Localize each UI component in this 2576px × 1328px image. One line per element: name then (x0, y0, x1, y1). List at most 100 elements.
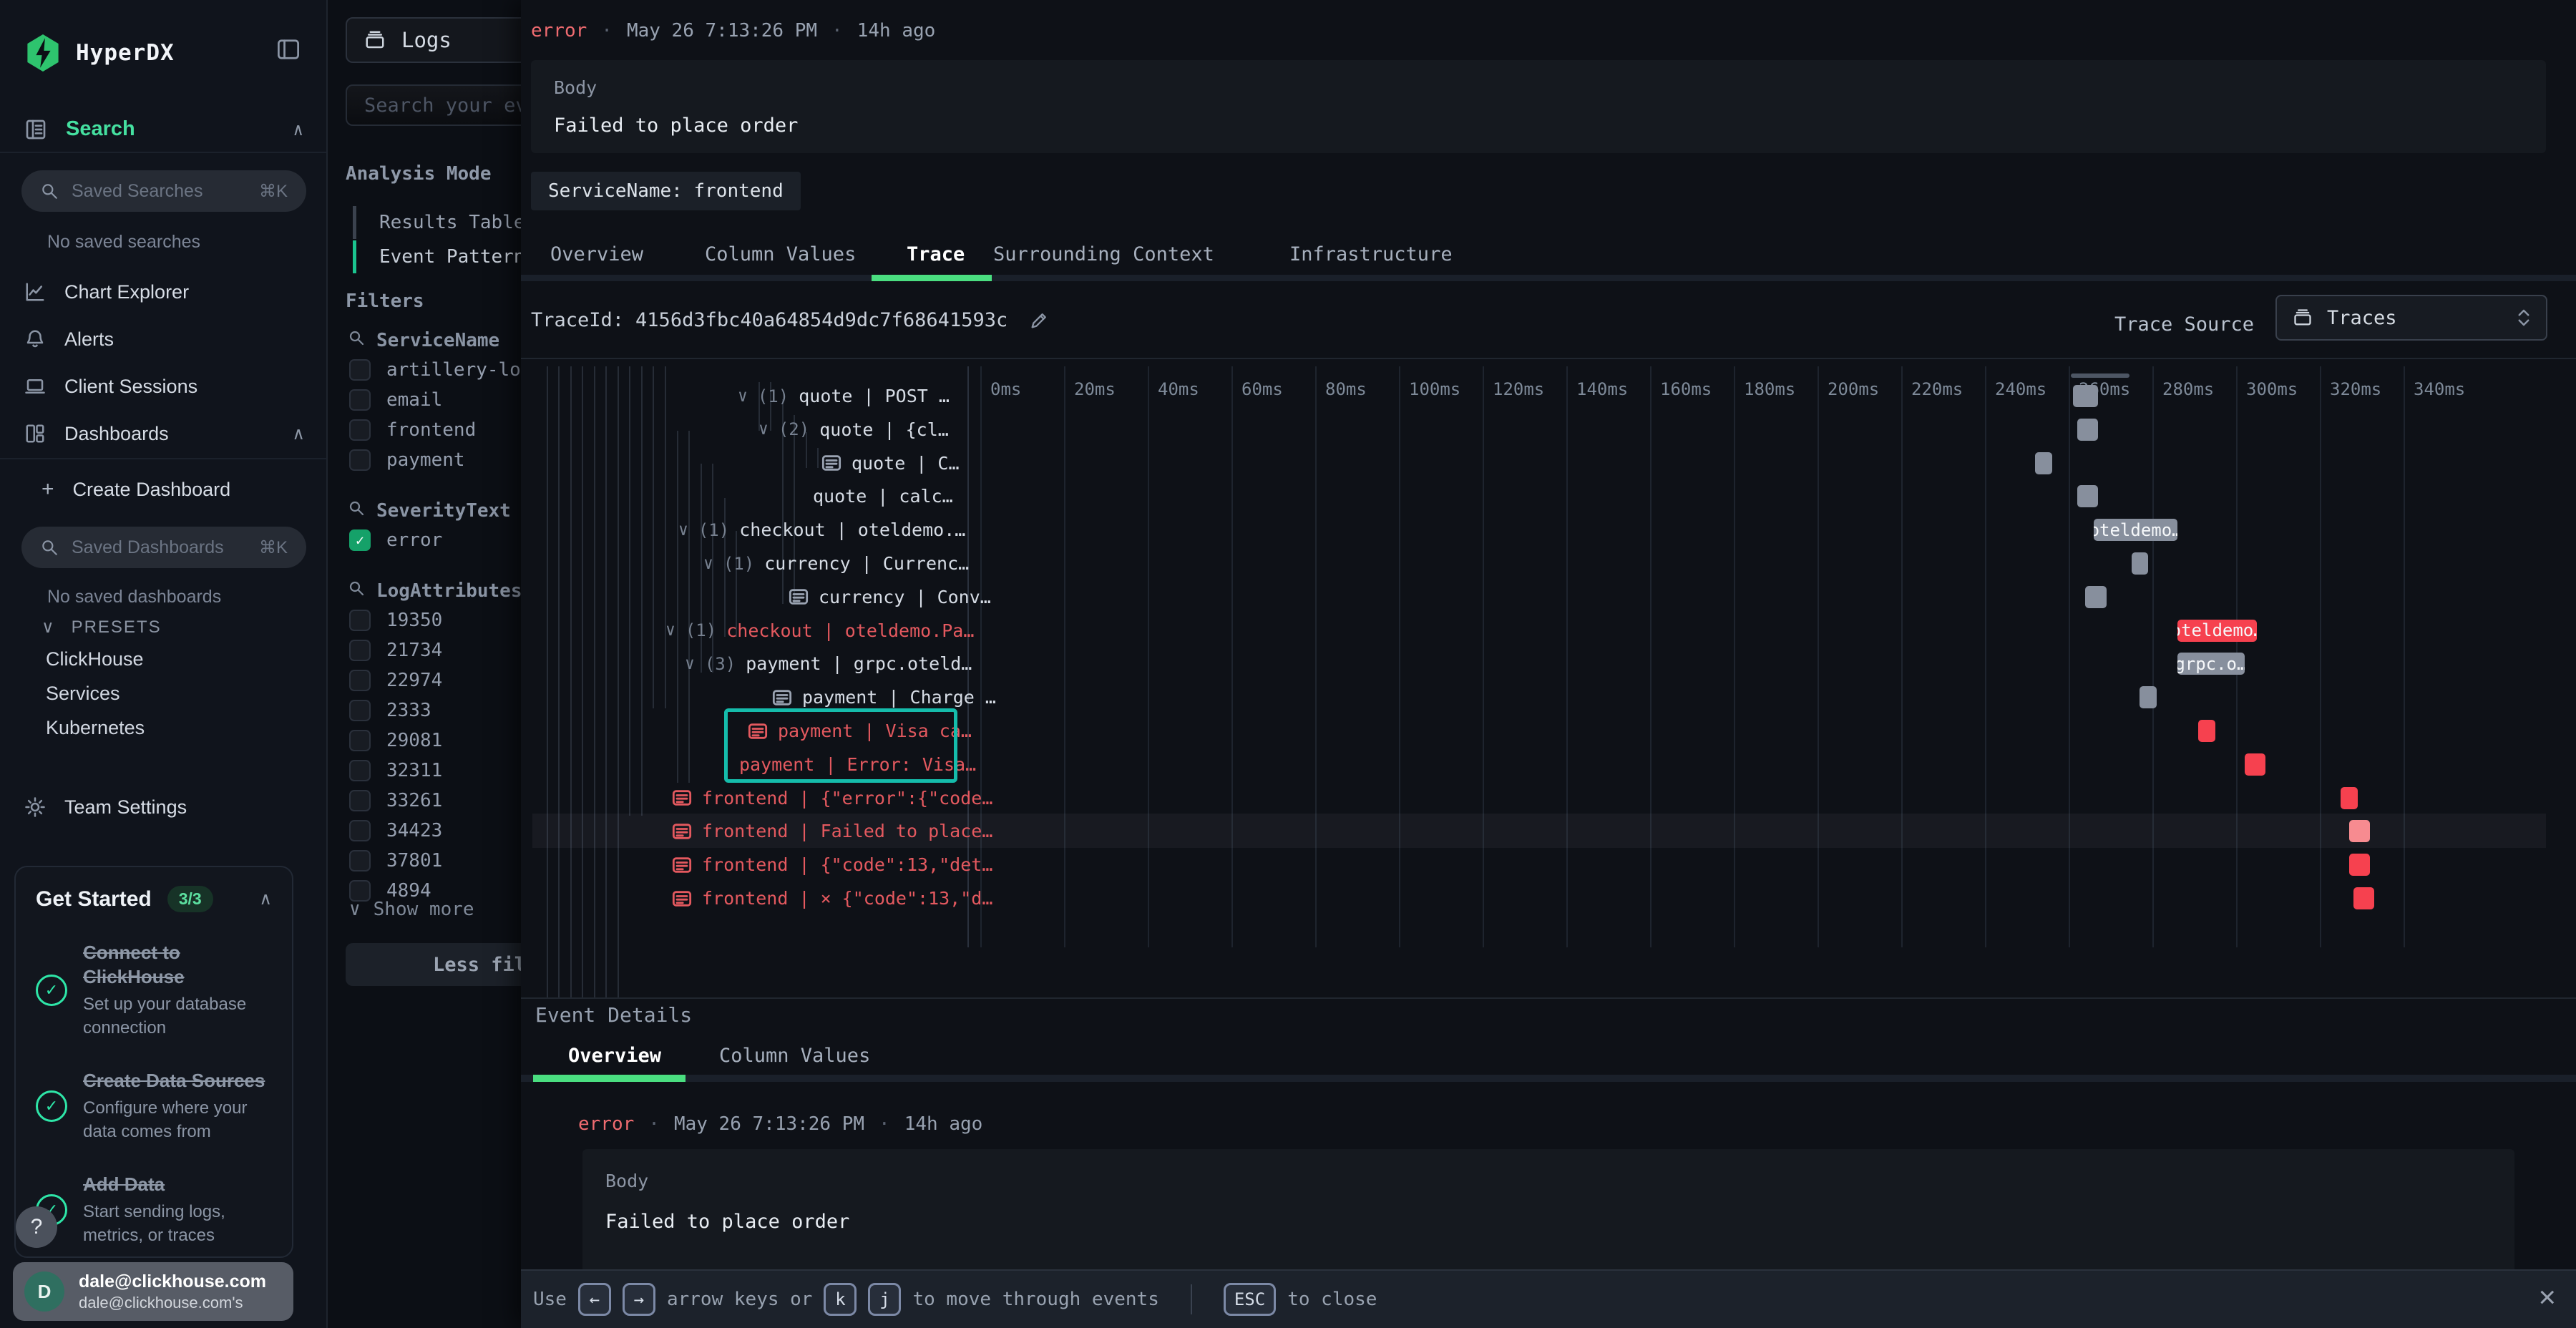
span-duration-bar[interactable] (2349, 854, 2370, 876)
search-icon[interactable] (348, 499, 365, 522)
filter-checkbox-item[interactable]: artillery-load (349, 359, 543, 381)
span-tree-row[interactable]: ∨(1)currency | Currenc… (703, 547, 969, 580)
span-tree-row[interactable]: currency | Conv… (789, 580, 991, 614)
chevron-down-icon[interactable]: ∨ (678, 521, 688, 540)
checkbox[interactable] (349, 820, 371, 841)
span-tree-row[interactable]: ∨(1)checkout | oteldemo.Pa… (665, 614, 974, 648)
span-tree-row[interactable]: ∨(1)quote | POST … (738, 379, 950, 413)
checkbox[interactable] (349, 790, 371, 811)
saved-searches-input[interactable]: Saved Searches ⌘K (21, 170, 306, 212)
checkbox[interactable] (349, 850, 371, 872)
span-tree-row[interactable]: frontend | × {"code":13,"d… (672, 882, 992, 915)
checkbox[interactable] (349, 419, 371, 441)
filter-checkbox-item[interactable]: payment (349, 449, 465, 471)
search-icon[interactable] (348, 329, 365, 351)
checkbox[interactable] (349, 670, 371, 691)
filter-checkbox-item[interactable]: 32311 (349, 760, 442, 781)
span-duration-bar[interactable] (2140, 686, 2156, 708)
collapse-sidebar-icon[interactable] (276, 39, 301, 60)
sidebar-item-services[interactable]: Services (46, 683, 120, 705)
checkbox[interactable] (349, 700, 371, 721)
chevron-down-icon[interactable]: ∨ (758, 420, 769, 439)
span-tree-row[interactable]: ∨(3)payment | grpc.oteld… (685, 647, 972, 680)
get-started-item[interactable]: ✓ Connect to ClickHouse Set up your data… (36, 941, 272, 1040)
tab-surrounding-context[interactable]: Surrounding Context (993, 243, 1214, 265)
search-icon[interactable] (348, 580, 365, 602)
span-duration-bar[interactable]: grpc.o… (2177, 653, 2245, 675)
help-button[interactable]: ? (16, 1206, 57, 1248)
chevron-down-icon[interactable]: ∨ (738, 387, 748, 406)
sidebar-item-dashboards[interactable]: Dashboards ∧ (24, 418, 305, 449)
filter-checkbox-item[interactable]: 22974 (349, 670, 442, 691)
span-tree-row[interactable]: frontend | Failed to place… (672, 814, 992, 848)
filter-checkbox-item[interactable]: 33261 (349, 790, 442, 811)
checkbox[interactable] (349, 640, 371, 661)
close-icon[interactable]: × (2538, 1282, 2556, 1312)
mode-results-table[interactable]: Results Table (353, 206, 525, 239)
user-menu[interactable]: D dale@clickhouse.com dale@clickhouse.co… (13, 1262, 293, 1321)
span-tree-row[interactable]: quote | C… (821, 446, 960, 480)
filter-checkbox-item[interactable]: 19350 (349, 610, 442, 631)
span-tree-row[interactable]: ∨(2)quote | {cl… (758, 413, 949, 446)
span-duration-bar[interactable] (2077, 419, 2098, 441)
tab-infrastructure[interactable]: Infrastructure (1289, 243, 1453, 265)
checkbox[interactable] (349, 730, 371, 751)
event-details-tab-column-values[interactable]: Column Values (719, 1045, 870, 1067)
span-duration-bar[interactable] (2085, 586, 2106, 608)
filter-checkbox-item[interactable]: 34423 (349, 820, 442, 841)
mode-event-patterns[interactable]: Event Patterns (353, 240, 536, 273)
get-started-item[interactable]: ✓ Add Data Start sending logs, metrics, … (36, 1173, 272, 1248)
checkbox[interactable] (349, 760, 371, 781)
span-duration-bar[interactable] (2132, 552, 2148, 575)
span-tree-row[interactable]: ∨(1)checkout | oteldemo.… (678, 513, 965, 547)
checkbox[interactable] (349, 610, 371, 631)
tab-overview[interactable]: Overview (550, 243, 643, 265)
span-tree-row[interactable]: frontend | {"error":{"code… (672, 781, 992, 815)
trace-source-select[interactable]: Traces (2275, 295, 2547, 341)
filter-checkbox-item[interactable]: frontend (349, 419, 476, 441)
span-duration-bar[interactable] (2353, 887, 2374, 909)
filter-checkbox-item[interactable]: ✓error (349, 529, 442, 551)
saved-dashboards-input[interactable]: Saved Dashboards ⌘K (21, 527, 306, 568)
presets-toggle[interactable]: ∨ PRESETS (42, 617, 162, 638)
filter-checkbox-item[interactable]: 37801 (349, 850, 442, 872)
filter-checkbox-item[interactable]: email (349, 389, 442, 411)
filter-checkbox-item[interactable]: 29081 (349, 730, 442, 751)
span-tree-row[interactable]: quote | calc… (813, 479, 953, 513)
waterfall-scroll-indicator[interactable] (2071, 374, 2129, 378)
sidebar-item-alerts[interactable]: Alerts (24, 323, 305, 355)
chevron-up-icon[interactable]: ∧ (259, 889, 272, 909)
checkbox[interactable] (349, 359, 371, 381)
span-duration-bar[interactable]: oteldemo… (2177, 620, 2257, 642)
sidebar-item-chart-explorer[interactable]: Chart Explorer (24, 276, 305, 308)
span-duration-bar[interactable]: oteldemo… (2094, 519, 2177, 541)
span-duration-bar[interactable] (2073, 385, 2098, 407)
edit-pencil-icon[interactable] (1029, 311, 1049, 331)
span-duration-bar[interactable] (2349, 820, 2370, 842)
service-name-tag[interactable]: ServiceName: frontend (531, 172, 801, 210)
checkbox[interactable] (349, 389, 371, 411)
span-duration-bar[interactable] (2198, 720, 2215, 742)
chevron-down-icon[interactable]: ∨ (665, 621, 675, 640)
checkbox-checked[interactable]: ✓ (349, 529, 371, 551)
chevron-down-icon[interactable]: ∨ (703, 555, 713, 573)
event-details-tab-overview[interactable]: Overview (568, 1045, 661, 1067)
sidebar-item-kubernetes[interactable]: Kubernetes (46, 717, 145, 739)
get-started-item[interactable]: ✓ Create Data Sources Configure where yo… (36, 1069, 272, 1144)
span-duration-bar[interactable] (2035, 452, 2051, 474)
chevron-down-icon[interactable]: ∨ (685, 655, 695, 673)
filter-checkbox-item[interactable]: 21734 (349, 640, 442, 661)
tab-column-values[interactable]: Column Values (705, 243, 856, 265)
create-dashboard-button[interactable]: + Create Dashboard (42, 474, 322, 505)
checkbox[interactable] (349, 449, 371, 471)
span-duration-bar[interactable] (2341, 787, 2357, 809)
tab-trace[interactable]: Trace (907, 243, 965, 265)
sidebar-item-client-sessions[interactable]: Client Sessions (24, 371, 305, 402)
sidebar-item-clickhouse[interactable]: ClickHouse (46, 648, 144, 670)
filter-checkbox-item[interactable]: 2333 (349, 700, 431, 721)
span-duration-bar[interactable] (2077, 485, 2098, 507)
span-tree-row[interactable]: frontend | {"code":13,"det… (672, 848, 992, 882)
sidebar-section-search[interactable]: Search ∧ (24, 117, 303, 141)
sidebar-item-team-settings[interactable]: Team Settings (24, 791, 305, 823)
show-more-button[interactable]: ∨ Show more (349, 899, 474, 920)
